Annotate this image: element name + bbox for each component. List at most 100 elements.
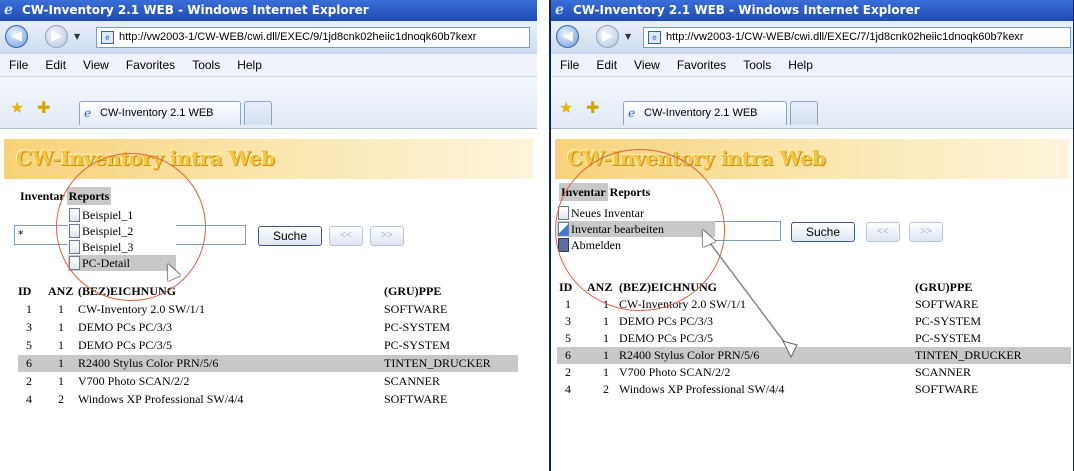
address-bar[interactable]: e http://vw2003-1/CW-WEB/cwi.dll/EXEC/9/… [96,27,530,48]
browser-window-left: ℯ CW-Inventory 2.1 WEB - Windows Interne… [0,0,537,471]
forward-button[interactable]: ▶ [596,25,619,48]
cell-id: 4 [26,392,32,406]
cell-anz: 2 [603,382,609,396]
item-label: Inventar bearbeiten [571,222,664,236]
item-label: Beispiel_2 [82,224,134,238]
inventar-dropdown: Neues Inventar Inventar bearbeiten Abmel… [557,205,715,253]
cell-gruppe: PC-SYSTEM [915,331,982,345]
cell-id: 3 [565,314,571,328]
cell-bezeichnung: V700 Photo SCAN/2/2 [619,365,731,379]
logout-icon [558,238,569,252]
table-row[interactable]: 5 1 DEMO PCs PC/3/5 PC-SYSTEM [557,330,1071,347]
new-tab-button[interactable] [244,101,272,125]
menu-help[interactable]: Help [237,54,262,76]
table-row[interactable]: 3 1 DEMO PCs PC/3/3 PC-SYSTEM [18,319,518,336]
back-button[interactable]: ◀ [5,25,28,48]
cell-gruppe: SOFTWARE [915,297,979,311]
cell-anz: 1 [58,374,64,388]
address-bar[interactable]: e http://vw2003-1/CW-WEB/cwi.dll/EXEC/7/… [643,27,1071,48]
dropdown-item-pc-detail[interactable]: PC-Detail [68,255,176,271]
menu-tools[interactable]: Tools [192,54,220,76]
menu-tools[interactable]: Tools [743,54,771,76]
favorites-star-icon[interactable]: ★ [10,100,24,116]
prev-page-button[interactable]: << [866,222,900,242]
col-id: ID [559,280,573,294]
next-page-button[interactable]: >> [909,222,943,242]
table-row[interactable]: 1 1 CW-Inventory 2.0 SW/1/1 SOFTWARE [18,301,518,318]
cell-bezeichnung: R2400 Stylus Color PRN/5/6 [619,348,760,362]
menu-edit[interactable]: Edit [45,54,66,76]
table-row[interactable]: 5 1 DEMO PCs PC/3/5 PC-SYSTEM [18,337,518,354]
cell-id: 1 [26,302,32,316]
table-row[interactable]: 3 1 DEMO PCs PC/3/3 PC-SYSTEM [557,313,1071,330]
menu-view[interactable]: View [83,54,109,76]
history-dropdown-icon[interactable]: ▼ [625,32,631,41]
add-favorite-icon[interactable]: ✚ [37,100,50,116]
browser-tab[interactable]: ℯ CW-Inventory 2.1 WEB [623,101,787,125]
cell-id: 6 [26,356,32,370]
cell-gruppe: SOFTWARE [384,302,448,316]
ie-tab-icon: ℯ [84,106,92,120]
item-label: Beispiel_3 [82,240,134,254]
forward-button[interactable]: ▶ [45,25,68,48]
item-label: Beispiel_1 [82,208,134,222]
document-icon [69,208,80,222]
search-button[interactable]: Suche [791,222,855,242]
col-anz: ANZ [587,280,613,294]
menu-view[interactable]: View [634,54,660,76]
col-id: ID [18,284,32,298]
back-button[interactable]: ◀ [556,25,579,48]
cell-gruppe: SOFTWARE [915,382,979,396]
cell-bezeichnung: DEMO PCs PC/3/3 [78,320,173,334]
dropdown-item-abmelden[interactable]: Abmelden [557,237,715,253]
menu-reports[interactable]: Reports [66,187,112,205]
menu-file[interactable]: File [560,54,579,76]
cell-bezeichnung: Windows XP Professional SW/4/4 [78,392,244,406]
cell-anz: 1 [603,348,609,362]
dropdown-item-beispiel-2[interactable]: Beispiel_2 [68,223,176,239]
dropdown-item-beispiel-1[interactable]: Beispiel_1 [68,207,176,223]
col-bezeichnung: (BEZ)EICHNUNG [78,284,177,298]
table-row[interactable]: 2 1 V700 Photo SCAN/2/2 SCANNER [557,364,1071,381]
menu-reports[interactable]: Reports [608,183,653,201]
table-row-highlighted[interactable]: 6 1 R2400 Stylus Color PRN/5/6 TINTEN_DRUCK… [557,347,1071,364]
separator [537,0,549,471]
cell-id: 4 [565,382,571,396]
history-dropdown-icon[interactable]: ▼ [74,32,80,41]
menu-help[interactable]: Help [788,54,813,76]
title-bar: ℯ CW-Inventory 2.1 WEB - Windows Interne… [551,0,1073,21]
table-row[interactable]: 4 2 Windows XP Professional SW/4/4 SOFTWARE [557,381,1071,398]
prev-page-button[interactable]: << [329,226,363,246]
cell-anz: 2 [58,392,64,406]
dropdown-item-inventar-bearbeiten[interactable]: Inventar bearbeiten [557,221,715,237]
new-tab-button[interactable] [790,101,818,125]
cell-bezeichnung: V700 Photo SCAN/2/2 [78,374,190,388]
menu-edit[interactable]: Edit [596,54,617,76]
table-row-highlighted[interactable]: 6 1 R2400 Stylus Color PRN/5/6 TINTEN_DRUCK… [18,355,518,372]
favorites-star-icon[interactable]: ★ [559,100,573,116]
menu-favorites[interactable]: Favorites [126,54,175,76]
inventory-table: ID ANZ (BEZ)EICHNUNG (GRU)PPE 1 1 CW-Inven… [557,279,1071,409]
document-icon [558,206,569,220]
favorites-bar: ★ ✚ ℯ CW-Inventory 2.1 WEB [551,77,1073,129]
menu-favorites[interactable]: Favorites [677,54,726,76]
col-gruppe: (GRU)PPE [915,280,973,294]
search-button[interactable]: Suche [258,226,322,246]
cell-anz: 1 [58,338,64,352]
browser-tab[interactable]: ℯ CW-Inventory 2.1 WEB [79,101,241,125]
table-row[interactable]: 1 1 CW-Inventory 2.0 SW/1/1 SOFTWARE [557,296,1071,313]
cell-anz: 1 [603,297,609,311]
col-anz: ANZ [48,284,74,298]
dropdown-item-beispiel-3[interactable]: Beispiel_3 [68,239,176,255]
table-row[interactable]: 2 1 V700 Photo SCAN/2/2 SCANNER [18,373,518,390]
next-page-button[interactable]: >> [370,226,404,246]
banner-logo: CW-Inventory intra Web [567,146,826,170]
cell-id: 5 [26,338,32,352]
dropdown-item-neues-inventar[interactable]: Neues Inventar [557,205,715,221]
menu-inventar[interactable]: Inventar [18,187,67,205]
menu-file[interactable]: File [9,54,28,76]
add-favorite-icon[interactable]: ✚ [586,100,599,116]
table-row[interactable]: 4 2 Windows XP Professional SW/4/4 SOFTWARE [18,391,518,408]
menu-bar: File Edit View Favorites Tools Help [0,53,537,77]
menu-inventar[interactable]: Inventar [559,183,608,201]
